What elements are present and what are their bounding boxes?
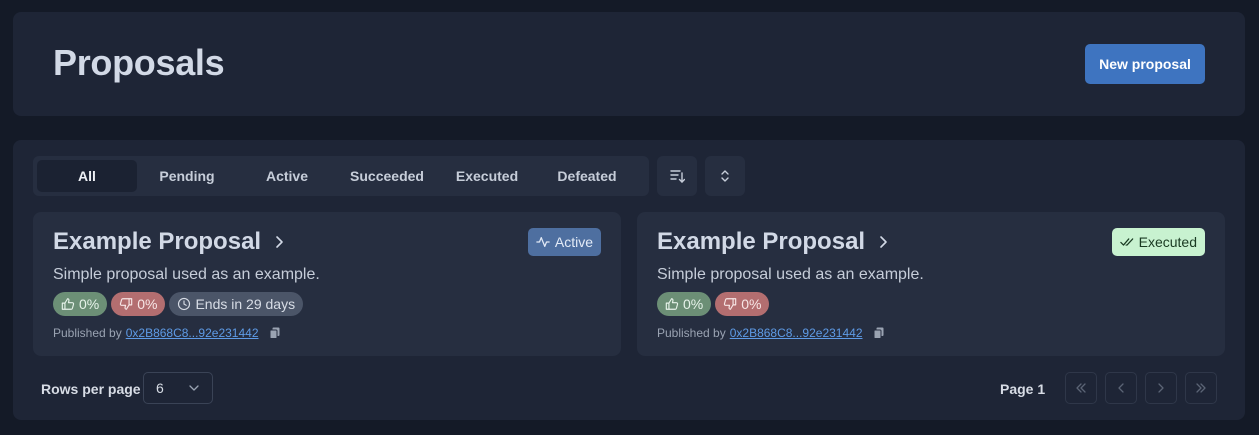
tab-pending[interactable]: Pending — [137, 160, 237, 192]
votes-for-value: 0% — [683, 296, 704, 312]
proposal-title: Example Proposal — [53, 228, 262, 255]
author-address-link[interactable]: 0x2B868C8...92e231442 — [126, 326, 259, 340]
time-remaining: Ends in 29 days — [195, 296, 296, 312]
proposal-description: Simple proposal used as an example. — [657, 266, 924, 283]
proposal-list-card: All Pending Active Succeeded Executed De… — [13, 140, 1245, 420]
expand-toggle-button[interactable] — [705, 156, 745, 196]
copy-icon[interactable] — [873, 327, 885, 339]
thumbs-down-icon — [120, 298, 133, 310]
proposal-card[interactable]: Example Proposal Active Simple proposal … — [33, 212, 621, 356]
published-prefix: Published by — [657, 326, 726, 340]
chevron-right-icon — [1158, 383, 1164, 393]
votes-against-value: 0% — [137, 296, 158, 312]
chevron-right-icon — [276, 236, 283, 248]
chevron-right-icon — [880, 236, 887, 248]
chevron-down-icon — [189, 385, 199, 391]
thumbs-down-icon — [724, 298, 737, 310]
status-badge: Active — [527, 228, 601, 256]
votes-for-value: 0% — [79, 296, 100, 312]
time-remaining-pill: Ends in 29 days — [169, 292, 304, 316]
chevron-up-down-icon — [721, 170, 729, 182]
status-badge: Executed — [1111, 228, 1205, 256]
first-page-button[interactable] — [1065, 372, 1097, 404]
last-page-button[interactable] — [1185, 372, 1217, 404]
tab-defeated[interactable]: Defeated — [537, 160, 637, 192]
thumbs-up-icon — [665, 298, 679, 310]
proposal-title: Example Proposal — [657, 228, 866, 255]
header-card: Proposals New proposal — [13, 12, 1245, 116]
page-indicator: Page 1 — [1000, 381, 1046, 397]
rows-per-page-label: Rows per page — [41, 381, 141, 397]
proposal-description: Simple proposal used as an example. — [53, 266, 320, 283]
rows-per-page-value: 6 — [156, 380, 164, 396]
new-proposal-button[interactable]: New proposal — [1085, 44, 1205, 84]
tab-all[interactable]: All — [37, 160, 137, 192]
tab-succeeded[interactable]: Succeeded — [337, 160, 437, 192]
tab-executed[interactable]: Executed — [437, 160, 537, 192]
proposal-title-link[interactable]: Example Proposal — [53, 228, 287, 256]
status-filter-tabs: All Pending Active Succeeded Executed De… — [33, 156, 649, 196]
sort-button[interactable] — [657, 156, 697, 196]
proposal-card[interactable]: Example Proposal Executed Simple proposa… — [637, 212, 1225, 356]
votes-for-pill: 0% — [53, 292, 108, 316]
next-page-button[interactable] — [1145, 372, 1177, 404]
tab-active[interactable]: Active — [237, 160, 337, 192]
chevron-left-icon — [1118, 383, 1124, 393]
clock-icon — [178, 297, 191, 311]
author-address-link[interactable]: 0x2B868C8...92e231442 — [730, 326, 863, 340]
chevrons-left-icon — [1076, 383, 1086, 393]
page-title: Proposals — [53, 42, 225, 83]
published-by: Published by 0x2B868C8...92e231442 — [657, 326, 885, 340]
double-check-icon — [1119, 238, 1133, 246]
votes-against-pill: 0% — [111, 292, 166, 316]
status-label: Executed — [1138, 234, 1197, 250]
votes-for-pill: 0% — [657, 292, 712, 316]
rows-per-page-select[interactable]: 6 — [143, 372, 213, 404]
votes-against-value: 0% — [741, 296, 762, 312]
status-label: Active — [554, 234, 593, 250]
sort-descending-icon — [670, 170, 685, 183]
copy-icon[interactable] — [269, 327, 281, 339]
thumbs-up-icon — [61, 298, 75, 310]
votes-against-pill: 0% — [715, 292, 770, 316]
published-by: Published by 0x2B868C8...92e231442 — [53, 326, 281, 340]
proposal-title-link[interactable]: Example Proposal — [657, 228, 891, 256]
previous-page-button[interactable] — [1105, 372, 1137, 404]
vote-stats: 0% 0% — [657, 292, 770, 316]
vote-stats: 0% 0% Ends in 29 days — [53, 292, 304, 316]
chevrons-right-icon — [1196, 383, 1206, 393]
published-prefix: Published by — [53, 326, 122, 340]
activity-icon — [536, 237, 550, 247]
